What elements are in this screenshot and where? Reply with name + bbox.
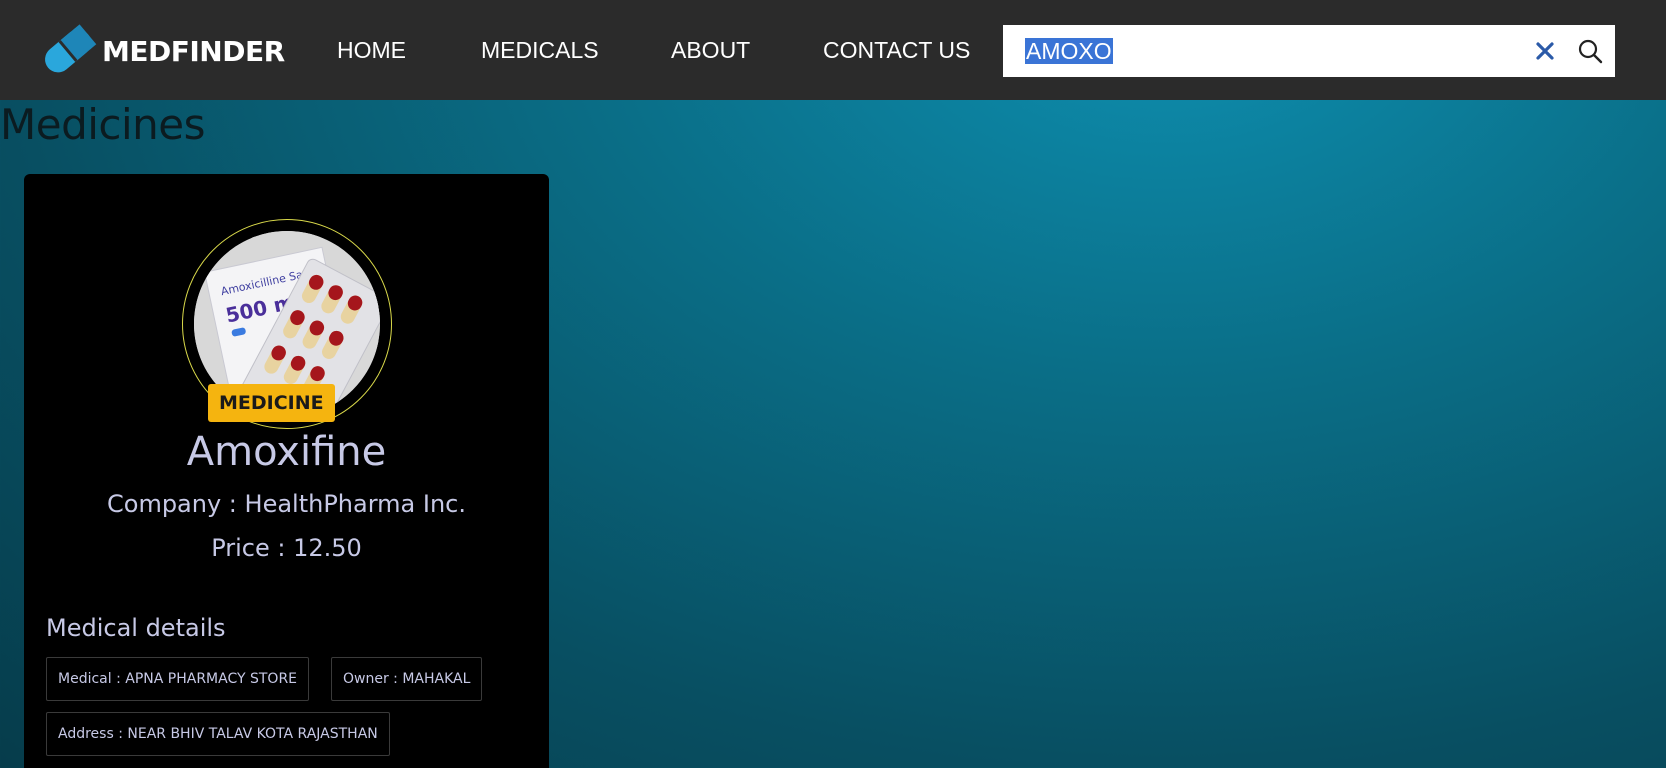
address-chip: Address : NEAR BHIV TALAV KOTA RAJASTHAN (46, 712, 390, 756)
nav-about[interactable]: ABOUT (671, 37, 750, 64)
search-input[interactable]: AMOXO (1025, 38, 1113, 64)
medicine-company: Company : HealthPharma Inc. (107, 490, 466, 518)
nav-home[interactable]: HOME (337, 37, 406, 64)
close-icon[interactable] (1533, 39, 1557, 63)
search-box: AMOXO (1003, 25, 1615, 77)
page-title: Medicines (0, 100, 206, 149)
nav-medicals[interactable]: MEDICALS (481, 37, 599, 64)
logo[interactable]: MEDFINDER (36, 24, 285, 78)
medicine-price: Price : 12.50 (211, 534, 362, 562)
category-badge: MEDICINE (208, 384, 335, 422)
owner-chip: Owner : MAHAKAL (331, 657, 483, 701)
nav-contact-us[interactable]: CONTACT US (823, 37, 970, 64)
medical-details-heading: Medical details (46, 614, 226, 642)
capsule-logo-icon (45, 24, 97, 73)
search-icon[interactable] (1577, 38, 1603, 64)
medicine-name: Amoxifine (186, 429, 387, 475)
logo-text: MEDFINDER (102, 34, 285, 68)
medicine-card[interactable]: Amoxicilline Sandoz 500 mg MEDICINE Amox… (24, 174, 549, 768)
medical-store-chip: Medical : APNA PHARMACY STORE (46, 657, 310, 701)
navbar: MEDFINDER HOME MEDICALS ABOUT CONTACT US… (0, 0, 1666, 100)
